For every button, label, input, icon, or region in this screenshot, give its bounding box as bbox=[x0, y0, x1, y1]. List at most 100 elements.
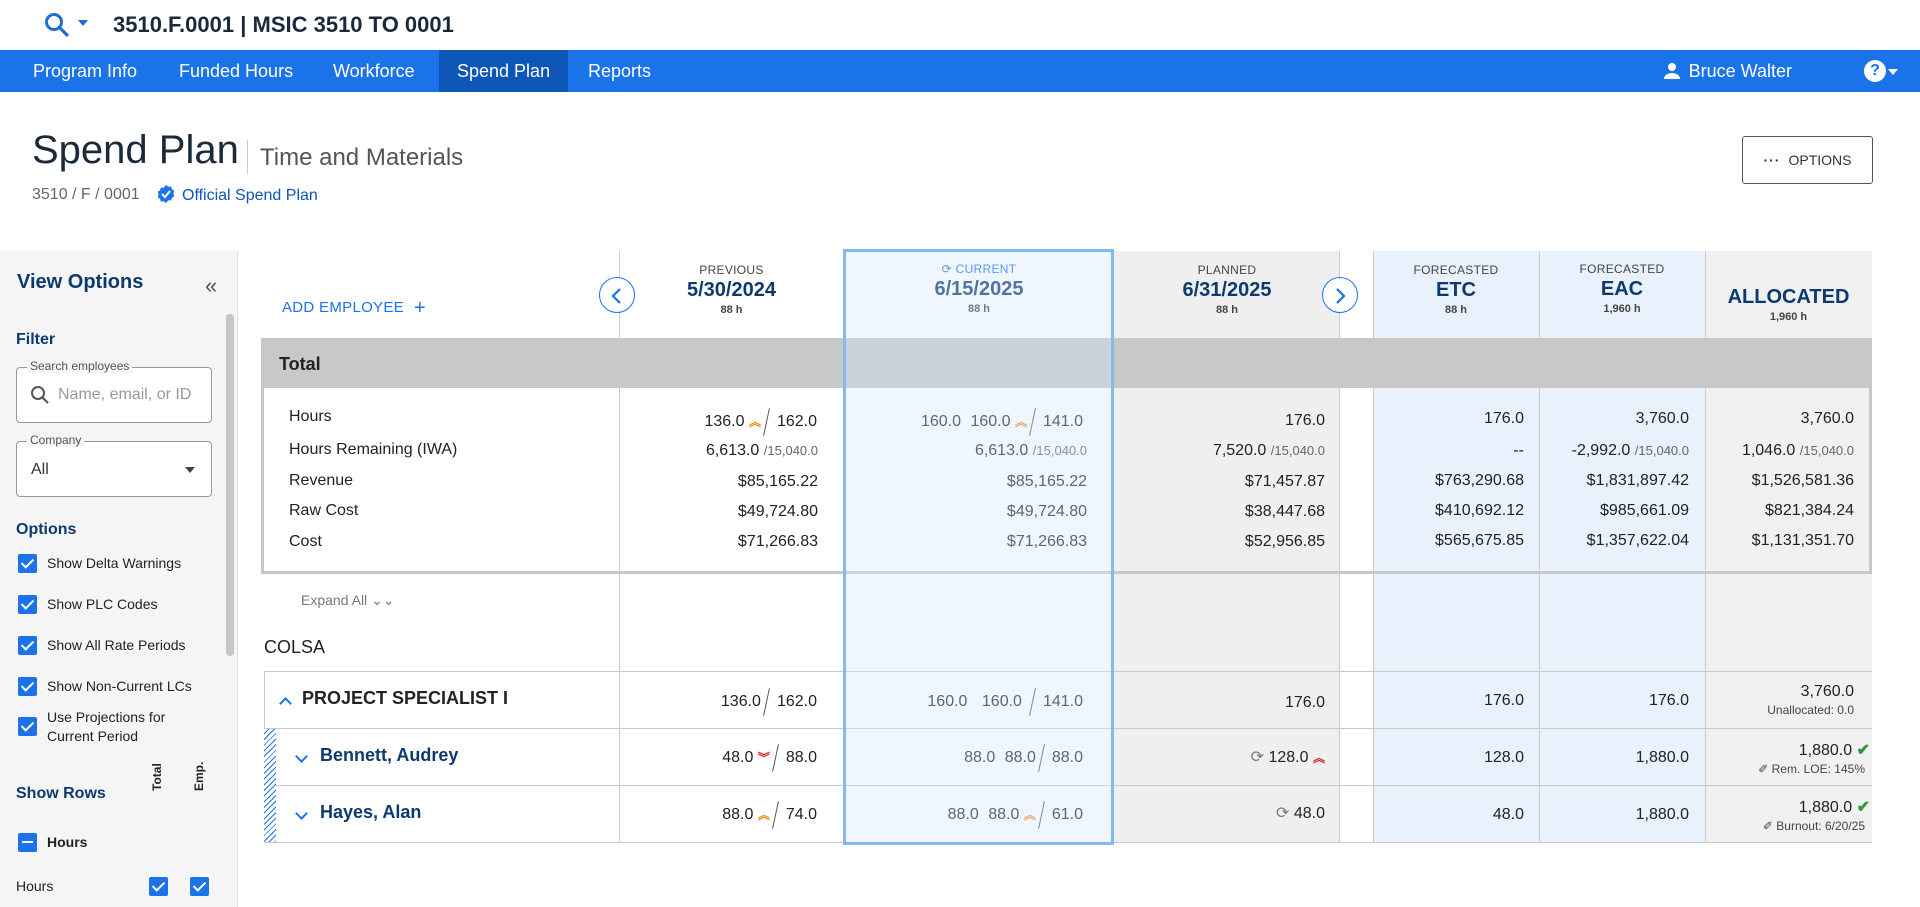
search-employees-input[interactable]: Name, email, or ID bbox=[58, 386, 191, 404]
employee-name[interactable]: Hayes, Alan bbox=[320, 802, 421, 823]
total-remaining-planned: 7,520.0 /15,040.0 bbox=[1213, 442, 1325, 460]
value: /15,040.0 bbox=[763, 443, 818, 458]
etc-header: FORECASTED ETC 88 h bbox=[1373, 263, 1539, 316]
next-period-button[interactable] bbox=[1322, 277, 1358, 313]
employee-hours-previous: 48.0 ︾ 88.0 bbox=[722, 744, 822, 772]
expand-all-button[interactable]: Expand All ⌄⌄ bbox=[301, 592, 395, 609]
total-remaining-current: 6,613.0 /15,040.0 bbox=[975, 442, 1087, 460]
value: 162.0 bbox=[771, 691, 822, 714]
add-employee-button[interactable]: ADD EMPLOYEE + bbox=[282, 297, 426, 320]
employee-allocation-note: ✐ Burnout: 6/20/25 bbox=[1763, 819, 1865, 833]
company-select[interactable]: Company All bbox=[16, 433, 212, 497]
nav-funded-hours[interactable]: Funded Hours bbox=[161, 50, 311, 92]
previous-header: PREVIOUS 5/30/2024 88 h bbox=[619, 263, 844, 316]
total-remaining-eac: -2,992.0 /15,040.0 bbox=[1572, 442, 1689, 460]
check-icon: ✔ bbox=[1856, 799, 1870, 816]
show-delta-warnings-checkbox[interactable] bbox=[18, 554, 37, 573]
search-icon[interactable] bbox=[44, 12, 70, 38]
delta-up-red-icon: ︽ bbox=[1312, 751, 1325, 765]
check-icon: ✔ bbox=[1856, 742, 1870, 759]
etc-title: ETC bbox=[1436, 279, 1476, 301]
total-revenue-planned: $71,457.87 bbox=[1244, 473, 1325, 490]
previous-period-button[interactable] bbox=[599, 277, 635, 313]
total-rawcost-etc: $410,692.12 bbox=[1435, 502, 1524, 519]
sidebar-scrollbar[interactable] bbox=[226, 314, 234, 656]
nav-workforce[interactable]: Workforce bbox=[315, 50, 433, 92]
total-cost-previous: $71,266.83 bbox=[737, 533, 818, 550]
value: 7,520.0 bbox=[1212, 442, 1267, 459]
show-non-current-lcs-checkbox[interactable] bbox=[18, 677, 37, 696]
hours-group-checkbox[interactable] bbox=[18, 833, 37, 852]
use-projections-label: Use Projections for Current Period bbox=[47, 709, 166, 744]
show-plc-codes-checkbox[interactable] bbox=[18, 595, 37, 614]
total-hours-current: 160.0 160.0 ︽ 141.0 bbox=[915, 408, 1088, 436]
person-icon bbox=[1663, 63, 1680, 79]
current-date: 6/15/2025 bbox=[934, 278, 1024, 300]
value: Rem. LOE: 145% bbox=[1771, 762, 1865, 776]
value: -2,992.0 bbox=[1571, 442, 1631, 459]
total-cost-etc: $565,675.85 bbox=[1435, 532, 1524, 549]
expand-employee-button[interactable] bbox=[295, 748, 308, 766]
total-hours-allocated: 3,760.0 bbox=[1800, 410, 1854, 427]
total-remaining-previous: 6,613.0 /15,040.0 bbox=[706, 442, 818, 460]
company-label: Company bbox=[27, 433, 85, 447]
options-heading: Options bbox=[16, 521, 77, 538]
divider bbox=[1029, 688, 1036, 716]
help-icon[interactable]: ? bbox=[1864, 60, 1886, 82]
employee-hours-previous: 88.0 ︽ 74.0 bbox=[722, 801, 822, 829]
user-menu[interactable]: Bruce Walter bbox=[1663, 50, 1792, 92]
options-button[interactable]: ··· OPTIONS bbox=[1742, 136, 1873, 184]
value: 141.0 bbox=[1037, 691, 1088, 714]
value[interactable]: 88.0 bbox=[959, 747, 1001, 770]
value: 88.0 bbox=[722, 806, 754, 824]
search-icon bbox=[31, 386, 49, 404]
use-projections-checkbox[interactable] bbox=[18, 717, 37, 736]
hours-group-label: Hours bbox=[47, 834, 88, 850]
eac-hours: 1,960 h bbox=[1603, 303, 1641, 315]
eac-label: FORECASTED bbox=[1579, 262, 1665, 276]
value: 88.0 bbox=[988, 806, 1020, 824]
chevron-right-icon bbox=[1336, 288, 1346, 304]
employee-name[interactable]: Bennett, Audrey bbox=[320, 745, 458, 766]
group-hours-etc: 176.0 bbox=[1483, 692, 1524, 709]
total-row-label: Raw Cost bbox=[289, 502, 359, 519]
show-all-rate-periods-checkbox[interactable] bbox=[18, 636, 37, 655]
search-employees-label: Search employees bbox=[27, 359, 133, 373]
nav-reports[interactable]: Reports bbox=[570, 50, 669, 92]
allocated-title: ALLOCATED bbox=[1727, 286, 1850, 308]
nav-program-info[interactable]: Program Info bbox=[15, 50, 155, 92]
total-remaining-allocated: 1,046.0 /15,040.0 bbox=[1742, 442, 1854, 460]
expand-employee-button[interactable] bbox=[295, 805, 308, 823]
employee-hours-allocated: 1,880.0 ✔ bbox=[1799, 740, 1870, 760]
row-divider bbox=[264, 785, 1872, 786]
search-dropdown-icon[interactable] bbox=[78, 20, 88, 26]
value[interactable]: 88.0 bbox=[942, 804, 984, 827]
total-row-label: Hours bbox=[289, 408, 332, 425]
employee-hours-planned: ⟳ 48.0 bbox=[1276, 803, 1325, 823]
magic-wand-icon: ✐ bbox=[1762, 819, 1773, 833]
official-spend-plan-link[interactable]: Official Spend Plan bbox=[156, 184, 318, 205]
divider bbox=[1029, 408, 1036, 436]
employee-hours-etc: 128.0 bbox=[1483, 749, 1524, 766]
program-title: 3510.F.0001 | MSIC 3510 TO 0001 bbox=[113, 12, 454, 37]
nav-spend-plan[interactable]: Spend Plan bbox=[439, 50, 569, 92]
value[interactable]: 160.0 bbox=[915, 411, 966, 434]
planned-label: PLANNED bbox=[1197, 263, 1257, 277]
page-title: Spend Plan bbox=[32, 128, 239, 172]
show-delta-warnings-label: Show Delta Warnings bbox=[47, 555, 182, 571]
total-revenue-previous: $85,165.22 bbox=[737, 473, 818, 490]
planned-header: PLANNED 6/31/2025 88 h bbox=[1114, 263, 1340, 316]
sync-icon: ⟳ bbox=[941, 262, 952, 276]
employee-hours-allocated: 1,880.0 ✔ bbox=[1799, 797, 1870, 817]
total-revenue-current: $85,165.22 bbox=[1006, 473, 1087, 490]
magic-wand-icon: ✐ bbox=[1758, 762, 1769, 776]
total-cost-eac: $1,357,622.04 bbox=[1586, 532, 1689, 549]
total-cost-allocated: $1,131,351.70 bbox=[1751, 532, 1854, 549]
hours-total-checkbox[interactable] bbox=[149, 877, 168, 896]
help-dropdown-icon[interactable] bbox=[1888, 69, 1898, 75]
value: /15,040.0 bbox=[1032, 443, 1087, 458]
collapse-group-button[interactable] bbox=[279, 695, 292, 713]
collapse-sidebar-icon[interactable]: « bbox=[205, 273, 217, 299]
hours-emp-checkbox[interactable] bbox=[190, 877, 209, 896]
search-employees-field[interactable]: Search employees Name, email, or ID bbox=[16, 359, 212, 423]
